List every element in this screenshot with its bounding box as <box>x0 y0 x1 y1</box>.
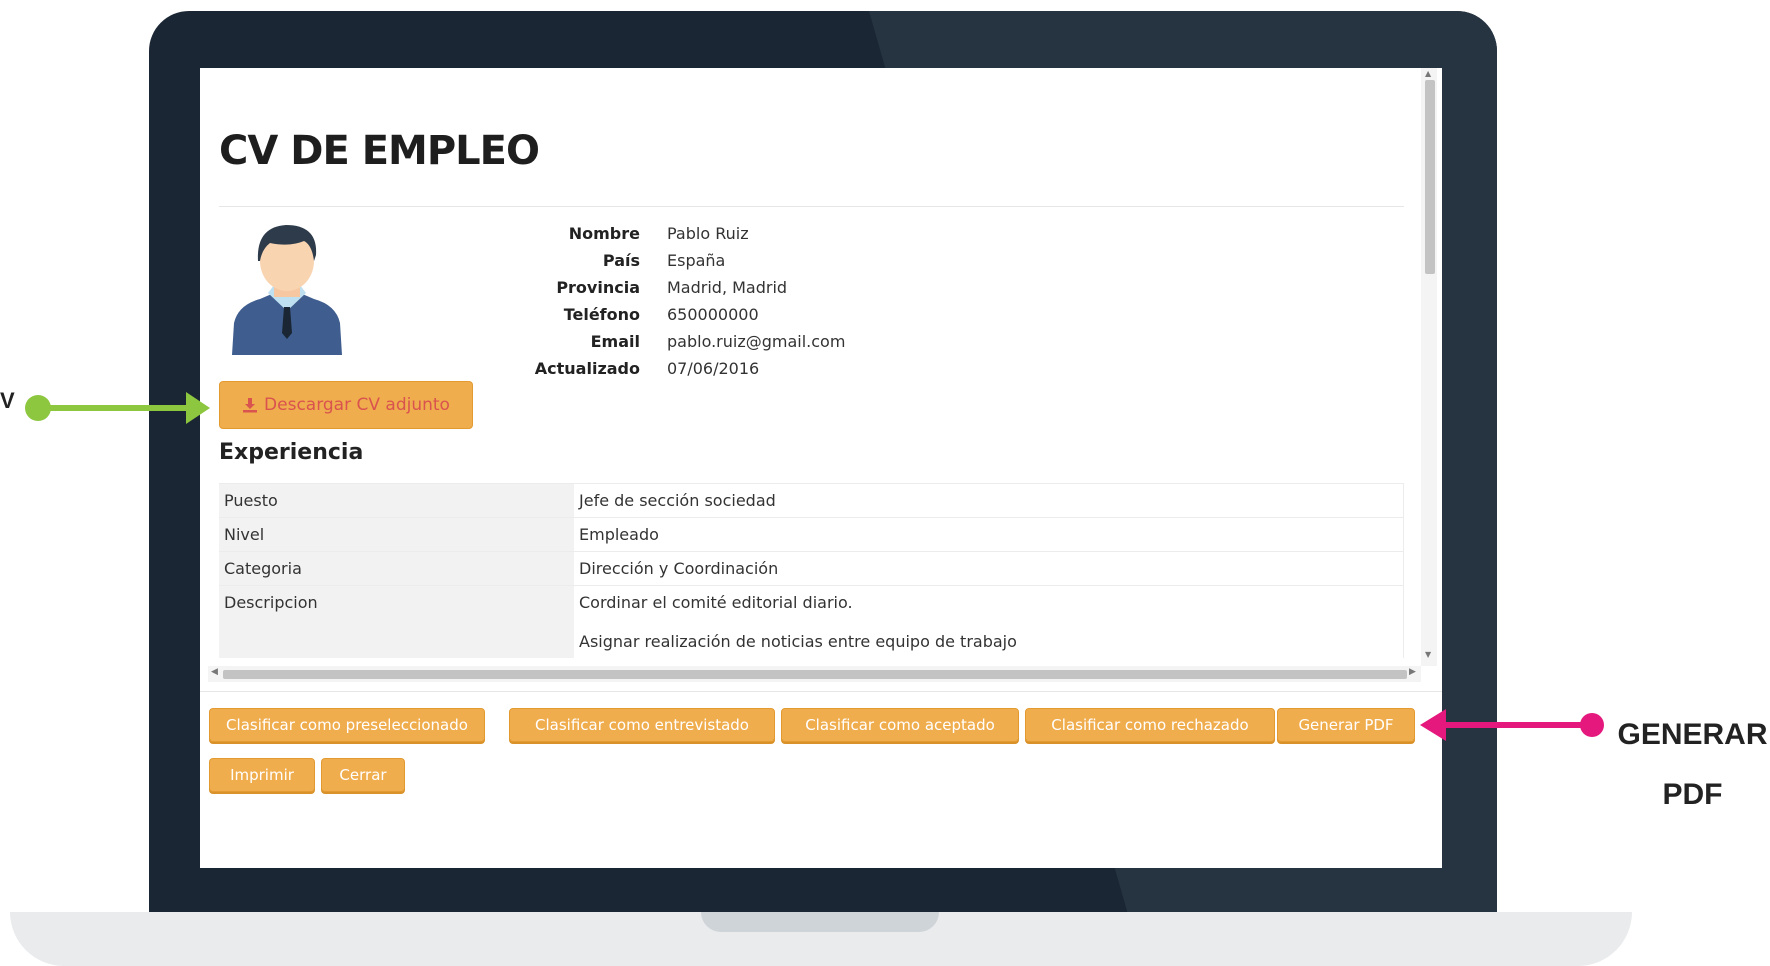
info-value: España <box>667 251 726 270</box>
avatar <box>232 225 342 355</box>
info-label: Teléfono <box>563 305 640 324</box>
candidate-info: Nombre Pablo Ruiz País España Provincia … <box>500 220 846 382</box>
info-value: Madrid, Madrid <box>667 278 788 297</box>
info-row-provincia: Provincia Madrid, Madrid <box>500 274 845 301</box>
info-label: Nombre <box>568 224 640 243</box>
classify-accepted-button[interactable]: Clasificar como aceptado <box>781 708 1019 742</box>
table-value: Empleado <box>574 518 1404 551</box>
table-key: Nivel <box>219 518 574 551</box>
page-title: CV DE EMPLEO <box>219 128 540 174</box>
vertical-scrollbar[interactable]: ▲ ▼ <box>1421 68 1437 666</box>
scroll-left-icon[interactable]: ◀ <box>211 667 218 677</box>
info-value: Pablo Ruiz <box>667 224 749 243</box>
screen: CV DE EMPLEO Nombre Pablo Ruiz País Espa… <box>200 68 1442 868</box>
info-row-nombre: Nombre Pablo Ruiz <box>500 220 845 247</box>
info-label: Email <box>590 332 640 351</box>
experience-table: Puesto Jefe de sección sociedad Nivel Em… <box>219 483 1404 658</box>
table-key: Puesto <box>219 484 574 517</box>
table-row: Descripcion Cordinar el comité editorial… <box>219 585 1404 658</box>
info-row-email: Email pablo.ruiz@gmail.com <box>500 328 846 355</box>
scroll-right-icon[interactable]: ▶ <box>1409 667 1416 677</box>
horizontal-scrollbar[interactable]: ◀ ▶ <box>208 666 1421 682</box>
download-icon <box>243 398 258 413</box>
table-value: Cordinar el comité editorial diario. Asi… <box>574 586 1404 658</box>
scroll-down-icon[interactable]: ▼ <box>1425 650 1431 659</box>
footer-divider <box>200 691 1442 692</box>
title-divider <box>219 206 1404 207</box>
description-line-1: Cordinar el comité editorial diario. <box>579 593 853 612</box>
info-value: 650000000 <box>667 305 759 324</box>
callout-right-label: GENERAR PDF <box>1615 705 1770 825</box>
print-button[interactable]: Imprimir <box>209 758 315 792</box>
classify-rejected-button[interactable]: Clasificar como rechazado <box>1025 708 1275 742</box>
info-label: Actualizado <box>534 359 640 378</box>
callout-right-line-2: PDF <box>1662 778 1723 811</box>
info-value: pablo.ruiz@gmail.com <box>667 332 846 351</box>
info-value: 07/06/2016 <box>667 359 760 378</box>
info-label: Provincia <box>556 278 640 297</box>
info-row-pais: País España <box>500 247 845 274</box>
classify-interviewed-button[interactable]: Clasificar como entrevistado <box>509 708 775 742</box>
description-line-2: Asignar realización de noticias entre eq… <box>579 632 1017 651</box>
callout-arrow-left <box>25 392 210 424</box>
close-button[interactable]: Cerrar <box>321 758 405 792</box>
callout-arrow-right <box>1420 709 1604 741</box>
laptop-notch <box>701 912 939 932</box>
table-row: Categoria Dirección y Coordinación <box>219 551 1404 585</box>
table-value: Dirección y Coordinación <box>574 552 1404 585</box>
info-label: País <box>602 251 640 270</box>
info-row-telefono: Teléfono 650000000 <box>500 301 845 328</box>
experience-heading: Experiencia <box>219 440 364 465</box>
table-row: Puesto Jefe de sección sociedad <box>219 483 1404 517</box>
callout-right-line-1: GENERAR <box>1617 718 1768 751</box>
table-key: Categoria <box>219 552 574 585</box>
download-cv-button[interactable]: Descargar CV adjunto <box>219 381 473 429</box>
generate-pdf-button[interactable]: Generar PDF <box>1277 708 1415 742</box>
download-cv-label: Descargar CV adjunto <box>264 395 450 415</box>
table-value: Jefe de sección sociedad <box>574 484 1404 517</box>
classify-preselected-button[interactable]: Clasificar como preseleccionado <box>209 708 485 742</box>
table-key: Descripcion <box>219 586 574 658</box>
info-row-actualizado: Actualizado 07/06/2016 <box>500 355 845 382</box>
scroll-up-icon[interactable]: ▲ <box>1425 69 1431 78</box>
horizontal-scroll-thumb[interactable] <box>223 670 1407 679</box>
vertical-scroll-thumb[interactable] <box>1425 80 1435 274</box>
table-row: Nivel Empleado <box>219 517 1404 551</box>
